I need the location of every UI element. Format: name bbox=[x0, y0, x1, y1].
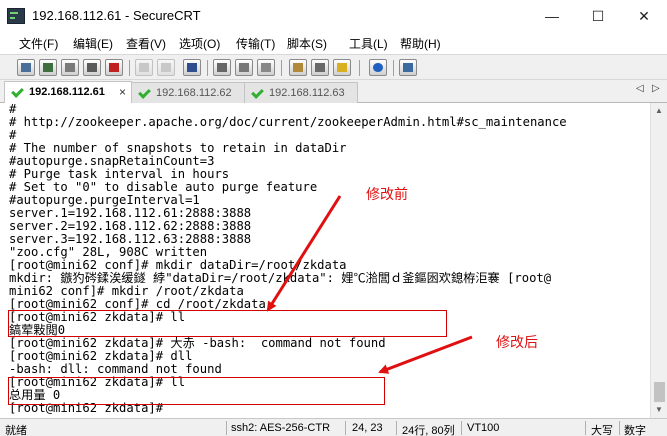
session-options-icon[interactable] bbox=[289, 59, 307, 76]
annotation-after: 修改后 bbox=[496, 334, 538, 350]
copy-icon[interactable] bbox=[135, 59, 153, 76]
tab-close-icon[interactable]: × bbox=[119, 82, 126, 102]
menu-file[interactable]: 文件(F) bbox=[19, 35, 58, 52]
status-terminal-size: 24行, 80列 bbox=[402, 425, 455, 436]
menu-edit[interactable]: 编辑(E) bbox=[73, 35, 113, 52]
status-num-lock: 数字 bbox=[624, 425, 646, 436]
annotation-before: 修改前 bbox=[366, 186, 408, 202]
print-setup-icon[interactable] bbox=[213, 59, 231, 76]
tab-session-61[interactable]: 192.168.112.61 × bbox=[4, 81, 132, 104]
status-ready: 就绪 bbox=[5, 425, 27, 436]
close-window-button[interactable]: ✕ bbox=[621, 0, 667, 32]
menu-help[interactable]: 帮助(H) bbox=[400, 35, 441, 52]
menu-tools[interactable]: 工具(L) bbox=[349, 35, 388, 52]
help-icon[interactable] bbox=[369, 59, 387, 76]
tab-session-63[interactable]: 192.168.112.63 bbox=[244, 82, 358, 103]
highlight-box-after bbox=[8, 377, 385, 405]
reconnect-icon[interactable] bbox=[83, 59, 101, 76]
terminal-line: # http://zookeeper.apache.org/doc/curren… bbox=[9, 115, 567, 129]
status-cursor-position: 24, 23 bbox=[352, 422, 383, 434]
title-bar: 192.168.112.61 - SecureCRT — ☐ ✕ bbox=[0, 0, 667, 32]
connect-icon[interactable] bbox=[17, 59, 35, 76]
window-title: 192.168.112.61 - SecureCRT bbox=[32, 8, 201, 23]
highlight-box-before bbox=[8, 310, 447, 337]
scrollbar-thumb[interactable] bbox=[654, 382, 665, 402]
find-icon[interactable] bbox=[183, 59, 201, 76]
quick-connect-icon[interactable] bbox=[39, 59, 57, 76]
securecrt-app-icon bbox=[7, 8, 25, 24]
session-tab-bar: 192.168.112.61 × 192.168.112.62 192.168.… bbox=[0, 80, 667, 104]
disconnect-icon[interactable] bbox=[105, 59, 123, 76]
tab-label: 192.168.112.61 bbox=[29, 86, 105, 98]
tab-prev-icon[interactable]: ◁ bbox=[636, 83, 644, 94]
status-cipher: ssh2: AES-256-CTR bbox=[231, 422, 331, 434]
connect-tab-icon[interactable] bbox=[61, 59, 79, 76]
global-options-icon[interactable] bbox=[311, 59, 329, 76]
toolbar bbox=[0, 54, 667, 80]
connected-check-icon bbox=[11, 85, 24, 98]
menu-options[interactable]: 选项(O) bbox=[179, 35, 220, 52]
status-terminal-type: VT100 bbox=[467, 422, 500, 434]
menu-view[interactable]: 查看(V) bbox=[126, 35, 166, 52]
connected-check-icon bbox=[138, 86, 151, 99]
tab-next-icon[interactable]: ▷ bbox=[652, 83, 660, 94]
menu-transfer[interactable]: 传输(T) bbox=[236, 35, 275, 52]
minimize-button[interactable]: — bbox=[529, 0, 575, 32]
scroll-down-icon[interactable]: ▼ bbox=[655, 405, 663, 414]
connected-check-icon bbox=[251, 86, 264, 99]
maximize-button[interactable]: ☐ bbox=[575, 0, 621, 32]
menu-script[interactable]: 脚本(S) bbox=[287, 35, 327, 52]
menu-bar: 文件(F) 编辑(E) 查看(V) 选项(O) 传输(T) 脚本(S) 工具(L… bbox=[0, 32, 667, 54]
tab-label: 192.168.112.62 bbox=[156, 87, 232, 99]
tab-session-62[interactable]: 192.168.112.62 bbox=[131, 82, 245, 103]
keymap-icon[interactable] bbox=[333, 59, 351, 76]
status-bar: 就绪 ssh2: AES-256-CTR 24, 23 24行, 80列 VT1… bbox=[0, 418, 667, 436]
print-selection-icon[interactable] bbox=[257, 59, 275, 76]
terminal-scrollbar[interactable]: ▲ ▼ bbox=[650, 103, 667, 418]
print-icon[interactable] bbox=[235, 59, 253, 76]
status-caps-lock: 大写 bbox=[591, 425, 613, 436]
tab-label: 192.168.112.63 bbox=[269, 87, 345, 99]
about-icon[interactable] bbox=[399, 59, 417, 76]
terminal-area[interactable]: # # http://zookeeper.apache.org/doc/curr… bbox=[0, 103, 650, 418]
paste-icon[interactable] bbox=[157, 59, 175, 76]
scroll-up-icon[interactable]: ▲ bbox=[655, 106, 663, 115]
